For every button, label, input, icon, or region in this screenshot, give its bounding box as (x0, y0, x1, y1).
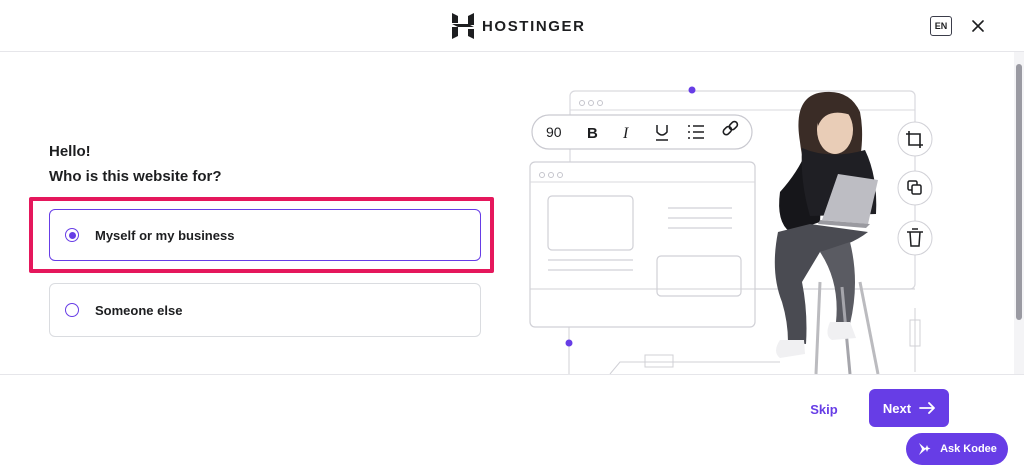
greeting-text: Hello! (49, 143, 91, 160)
next-button[interactable]: Next (869, 389, 949, 427)
radio-button-selected[interactable] (65, 228, 79, 242)
scrollbar-thumb[interactable] (1016, 64, 1022, 320)
top-header: HOSTINGER EN (0, 0, 1024, 52)
option-someone-else[interactable]: Someone else (49, 283, 481, 337)
language-selector-button[interactable]: EN (930, 16, 952, 36)
option-label: Myself or my business (95, 227, 235, 243)
ask-kodee-label: Ask Kodee (940, 443, 997, 455)
option-myself-or-business[interactable]: Myself or my business (49, 209, 481, 261)
person-with-laptop-image (774, 91, 880, 374)
bold-icon: B (587, 125, 598, 142)
kodee-assistant-icon (919, 443, 931, 455)
question-title: Who is this website for? (49, 168, 222, 185)
close-button[interactable] (968, 16, 988, 36)
option-label: Someone else (95, 302, 183, 318)
arrow-right-icon (919, 402, 935, 414)
hostinger-logo[interactable]: HOSTINGER (452, 12, 586, 40)
hostinger-logo-icon (452, 13, 474, 39)
ask-kodee-button[interactable]: Ask Kodee (906, 433, 1008, 465)
brand-name: HOSTINGER (482, 17, 586, 35)
website-builder-illustration: 90 B I (529, 86, 933, 374)
close-icon (972, 20, 984, 32)
next-label: Next (882, 400, 912, 416)
radio-button[interactable] (65, 303, 79, 317)
skip-button[interactable]: Skip (800, 397, 848, 421)
italic-icon: I (622, 125, 629, 142)
font-size-value: 90 (546, 124, 562, 140)
